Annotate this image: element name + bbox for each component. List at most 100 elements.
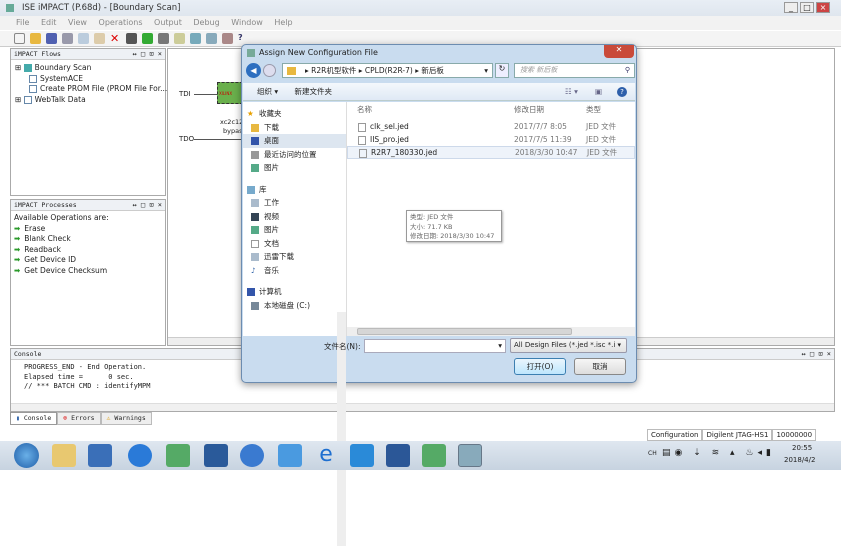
minimize-button[interactable]: _ — [784, 2, 798, 13]
preview-pane-icon[interactable]: ▣ — [595, 83, 602, 101]
horizontal-scrollbar[interactable] — [347, 327, 635, 336]
nav-desktop[interactable]: 桌面 — [243, 134, 346, 148]
file-type-filter[interactable]: All Design Files (*.jed *.isc *.i ▾ — [510, 338, 627, 353]
file-row[interactable]: IIS_pro.jed 2017/7/5 11:39 JED 文件 — [347, 134, 635, 147]
new-folder-button[interactable]: 新建文件夹 — [295, 87, 333, 96]
media-taskbar-icon[interactable] — [88, 444, 112, 467]
nav-pictures[interactable]: 图片 — [243, 161, 346, 175]
process-blank-check[interactable]: ➡ Blank Check — [14, 234, 165, 245]
language-indicator[interactable]: CH — [648, 450, 657, 457]
view-icon[interactable]: ☷ ▾ — [565, 83, 578, 101]
column-name[interactable]: 名称 — [357, 102, 372, 117]
scrollbar-thumb[interactable] — [357, 328, 572, 335]
panel-icon[interactable] — [206, 33, 217, 44]
nav-recent[interactable]: 最近访问的位置 — [243, 148, 346, 162]
tray-icons[interactable]: ▤◉ ⇣ ≋ ▴ ♨◂▮ — [662, 448, 775, 458]
cancel-button[interactable]: 取消 — [574, 358, 626, 375]
address-bar[interactable]: ▸ R2R机型软件 ▸ CPLD(R2R-7) ▸ 新后板 ▾ — [282, 63, 493, 78]
menu-debug[interactable]: Debug — [193, 18, 219, 27]
process-readback[interactable]: ➡ Readback — [14, 245, 165, 256]
file-row-selected[interactable]: R2R7_180330.jed 2018/3/30 10:47 JED 文件 — [347, 146, 635, 159]
nav-library[interactable]: 库 — [243, 183, 346, 197]
back-button[interactable]: ◀ — [246, 63, 261, 78]
eraser-icon[interactable] — [174, 33, 185, 44]
nav-work[interactable]: 工作 — [243, 196, 346, 210]
menu-window[interactable]: Window — [231, 18, 263, 27]
delete-icon[interactable]: ✕ — [110, 33, 121, 44]
nav-music[interactable]: ♪ 音乐 — [243, 264, 346, 278]
cloud-taskbar-icon[interactable] — [278, 444, 302, 467]
tool-icon[interactable] — [158, 33, 169, 44]
start-button[interactable] — [14, 443, 39, 468]
open-icon[interactable] — [30, 33, 41, 44]
cut-icon[interactable] — [62, 33, 73, 44]
app-taskbar-icon[interactable] — [204, 444, 228, 467]
nav-local-disk[interactable]: 本地磁盘 (C:) — [243, 299, 346, 313]
menu-operations[interactable]: Operations — [99, 18, 143, 27]
breadcrumb-3[interactable]: 新后板 — [421, 66, 444, 75]
program-icon[interactable] — [142, 33, 153, 44]
menu-file[interactable]: File — [16, 18, 29, 27]
forward-button[interactable] — [263, 64, 276, 77]
process-get-device-id[interactable]: ➡ Get Device ID — [14, 255, 165, 266]
new-icon[interactable] — [14, 33, 25, 44]
help-icon[interactable]: ? — [617, 87, 627, 97]
organize-button[interactable]: 组织 ▾ — [257, 87, 278, 96]
grid-icon[interactable] — [126, 33, 137, 44]
menu-view[interactable]: View — [68, 18, 87, 27]
nav-downloads[interactable]: 下载 — [243, 121, 346, 135]
nav-documents[interactable]: 文档 — [243, 237, 346, 251]
paste-icon[interactable] — [94, 33, 105, 44]
menu-help[interactable]: Help — [274, 18, 292, 27]
close-button[interactable]: × — [816, 2, 830, 13]
column-date[interactable]: 修改日期 — [514, 102, 544, 117]
process-erase[interactable]: ➡ Erase — [14, 224, 165, 235]
process-get-checksum[interactable]: ➡ Get Device Checksum — [14, 266, 165, 277]
settings-icon[interactable] — [222, 33, 233, 44]
qq-taskbar-icon[interactable] — [350, 444, 374, 467]
open-button[interactable]: 打开(O) — [514, 358, 566, 375]
nav-lib-pictures[interactable]: 图片 — [243, 223, 346, 237]
save-icon[interactable] — [46, 33, 57, 44]
nav-videos[interactable]: 视频 — [243, 210, 346, 224]
help-icon[interactable]: ? — [238, 33, 249, 44]
copy-icon[interactable] — [78, 33, 89, 44]
refresh-button[interactable]: ↻ — [495, 63, 509, 78]
nav-thunder[interactable]: 迅雷下载 — [243, 250, 346, 264]
breadcrumb-1[interactable]: R2R机型软件 — [311, 66, 356, 75]
tab-warnings[interactable]: ⚠ Warnings — [100, 412, 152, 425]
panel-controls[interactable]: ↔ □ ⊡ × — [801, 349, 831, 360]
clock-date[interactable]: 2018/4/2 — [784, 456, 815, 464]
window-icon[interactable] — [190, 33, 201, 44]
flow-systemace[interactable]: SystemACE — [15, 74, 165, 85]
nav-favorites[interactable]: ★ 收藏夹 — [243, 107, 346, 121]
iqiyi-taskbar-icon[interactable] — [128, 444, 152, 467]
menu-output[interactable]: Output — [154, 18, 182, 27]
ie-taskbar-icon[interactable]: e — [314, 444, 338, 467]
menu-edit[interactable]: Edit — [41, 18, 57, 27]
flow-boundary-scan[interactable]: ⊞ Boundary Scan — [15, 63, 165, 74]
maximize-button[interactable]: □ — [800, 2, 814, 13]
app-taskbar-icon[interactable] — [166, 444, 190, 467]
flow-webtalk[interactable]: ⊞ WebTalk Data — [15, 95, 165, 106]
flow-create-prom[interactable]: Create PROM File (PROM File For... — [15, 84, 167, 95]
explorer-taskbar-icon[interactable] — [52, 444, 76, 467]
column-type[interactable]: 类型 — [586, 102, 601, 117]
kugou-taskbar-icon[interactable] — [240, 444, 264, 467]
file-row[interactable]: clk_sel.jed 2017/7/7 8:05 JED 文件 — [347, 121, 635, 134]
app-taskbar-icon[interactable] — [422, 444, 446, 467]
clock-time[interactable]: 20:55 — [792, 444, 812, 452]
tab-errors[interactable]: ⊗ Errors — [57, 412, 101, 425]
panel-controls[interactable]: ↔ □ ⊡ × — [132, 200, 162, 211]
filename-input[interactable]: ▾ — [364, 339, 506, 353]
word-taskbar-icon[interactable] — [386, 444, 410, 467]
dialog-close-button[interactable]: ✕ — [604, 45, 634, 58]
panel-controls[interactable]: ↔ □ ⊡ × — [132, 49, 162, 60]
console-scrollbar[interactable] — [11, 403, 834, 411]
search-input[interactable]: 搜索 新后板 ⚲ — [514, 63, 635, 78]
tab-console[interactable]: ▮ Console — [10, 412, 58, 425]
device-chip[interactable]: XILINX — [217, 82, 243, 104]
impact-taskbar-icon[interactable] — [458, 444, 482, 467]
nav-computer[interactable]: 计算机 — [243, 285, 346, 299]
breadcrumb-2[interactable]: CPLD(R2R-7) — [365, 66, 413, 75]
